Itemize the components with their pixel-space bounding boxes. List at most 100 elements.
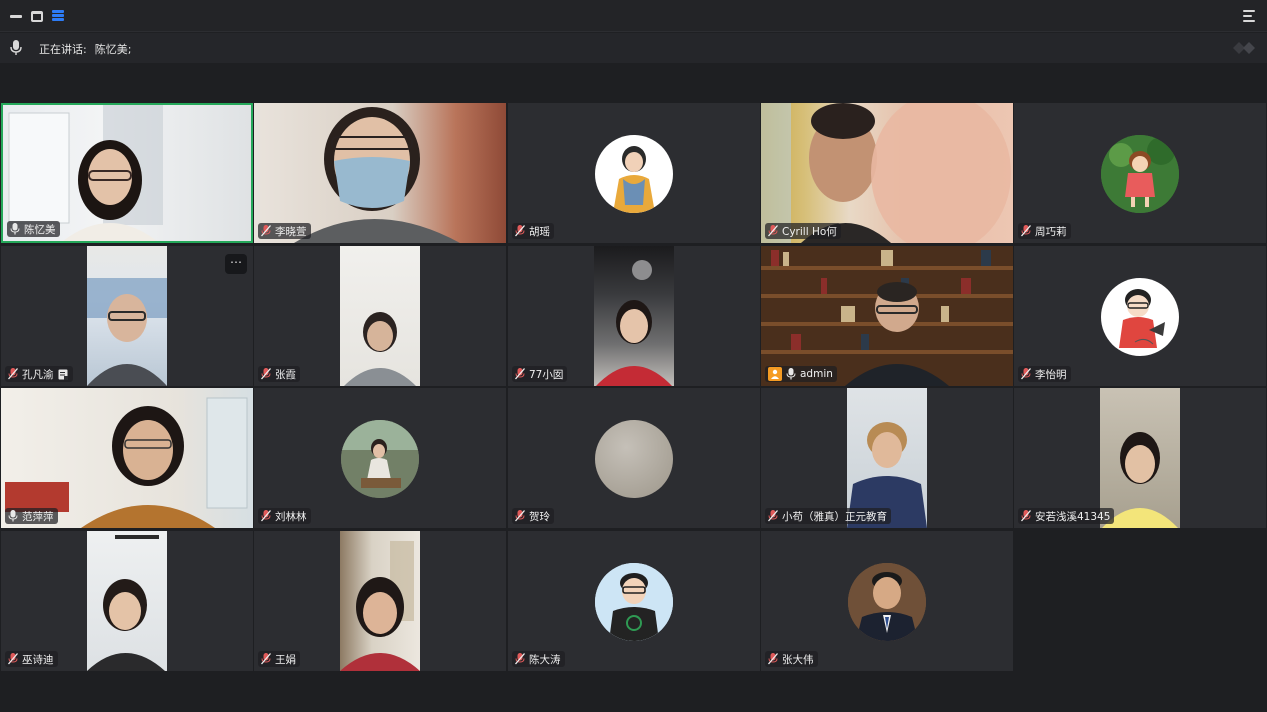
microphone-muted-icon (1021, 225, 1031, 237)
participant-tile[interactable]: 刘林林 (254, 388, 506, 528)
participant-name: 陈大涛 (529, 653, 561, 666)
participant-avatar (848, 563, 926, 641)
microphone-muted-icon (768, 225, 778, 237)
more-options-button[interactable]: ⋯ (225, 254, 247, 274)
microphone-icon (786, 368, 796, 380)
participant-tile[interactable]: 巫诗迪 (1, 531, 253, 671)
participant-video (254, 103, 506, 243)
participant-name: 王娟 (275, 653, 296, 666)
participant-label: 王娟 (258, 651, 300, 667)
participant-video (340, 246, 420, 386)
participant-label: 陈忆美 (7, 221, 60, 237)
participant-label: 李晓萱 (258, 223, 311, 239)
participant-name: 范萍萍 (22, 510, 54, 523)
participant-label: 陈大涛 (512, 651, 565, 667)
participant-name: 陈忆美 (24, 223, 56, 236)
maximize-icon (31, 10, 43, 22)
participant-video (87, 246, 167, 386)
participant-tile[interactable]: 贺玲 (508, 388, 760, 528)
participant-name: Cyrill Ho何 (782, 225, 837, 238)
participant-label: Cyrill Ho何 (765, 223, 841, 239)
participant-name: 周巧莉 (1035, 225, 1067, 238)
participant-avatar (595, 420, 673, 498)
participant-name: 巫诗迪 (22, 653, 54, 666)
minimize-icon (10, 14, 22, 18)
participant-video (340, 531, 420, 671)
participant-avatar (595, 563, 673, 641)
participant-avatar (595, 135, 673, 213)
participant-video (87, 531, 167, 671)
participant-label: admin (765, 366, 837, 382)
participant-name: 李怡明 (1035, 368, 1067, 381)
microphone-muted-icon (515, 653, 525, 665)
participant-tile[interactable]: 李晓萱 (254, 103, 506, 243)
maximize-button[interactable] (29, 8, 45, 24)
participant-tile[interactable]: admin (761, 246, 1013, 386)
participant-avatar (341, 420, 419, 498)
participant-tile[interactable]: 77小囡 (508, 246, 760, 386)
participant-tile[interactable]: 小苟（雅真）正元教育 (761, 388, 1013, 528)
microphone-muted-icon (1021, 510, 1031, 522)
microphone-muted-icon (515, 368, 525, 380)
current-speaker-text: 正在讲话: 陈忆美; (39, 41, 131, 57)
participant-tile[interactable]: ⋯ 孔凡渝 (1, 246, 253, 386)
participant-tile[interactable]: 张大伟 (761, 531, 1013, 671)
speaker-bar: 正在讲话: 陈忆美; (0, 33, 1267, 63)
participant-name: 77小囡 (529, 368, 564, 381)
speaking-label: 正在讲话: (39, 43, 87, 56)
minimize-button[interactable] (8, 8, 24, 24)
layout-grid-button[interactable] (50, 8, 66, 24)
participant-label: 小苟（雅真）正元教育 (765, 508, 891, 524)
participant-video (761, 103, 1013, 243)
microphone-muted-icon (515, 225, 525, 237)
participant-label: 77小囡 (512, 366, 568, 382)
participant-label: 安若浅溪41345 (1018, 508, 1115, 524)
microphone-muted-icon (261, 653, 271, 665)
participant-name: 安若浅溪41345 (1035, 510, 1111, 523)
participant-tile[interactable]: 陈忆美 (1, 103, 253, 243)
speaker-name: 陈忆美; (94, 43, 132, 56)
participant-tile[interactable]: 安若浅溪41345 (1014, 388, 1266, 528)
participant-video (1100, 388, 1180, 528)
layout-grid-icon (52, 10, 64, 22)
participant-label: 胡瑶 (512, 223, 554, 239)
participant-video (1, 388, 253, 528)
microphone-muted-icon (261, 510, 271, 522)
microphone-muted-icon (261, 368, 271, 380)
participant-avatar (1101, 278, 1179, 356)
host-badge (768, 367, 782, 381)
participant-label: 孔凡渝 (5, 366, 73, 382)
host-icon (771, 369, 779, 379)
participant-tile[interactable]: 陈大涛 (508, 531, 760, 671)
participant-label: 范萍萍 (5, 508, 58, 524)
participant-label: 张霞 (258, 366, 300, 382)
participant-video (847, 388, 927, 528)
microphone-icon (10, 223, 20, 235)
title-bar (0, 0, 1267, 32)
participant-name: admin (800, 368, 833, 380)
participant-tile[interactable]: 李怡明 (1014, 246, 1266, 386)
participant-avatar (1101, 135, 1179, 213)
participant-name: 胡瑶 (529, 225, 550, 238)
participant-name: 小苟（雅真）正元教育 (782, 510, 887, 523)
connection-quality-icon (1233, 42, 1255, 54)
microphone-muted-icon (8, 368, 18, 380)
microphone-muted-icon (768, 510, 778, 522)
participant-label: 张大伟 (765, 651, 818, 667)
participant-tile[interactable]: 范萍萍 (1, 388, 253, 528)
participant-tile[interactable]: 王娟 (254, 531, 506, 671)
microphone-muted-icon (261, 225, 271, 237)
microphone-icon (8, 510, 18, 522)
participant-video (761, 246, 1013, 386)
microphone-muted-icon (8, 653, 18, 665)
participant-tile[interactable]: Cyrill Ho何 (761, 103, 1013, 243)
participant-tile[interactable]: 胡瑶 (508, 103, 760, 243)
participant-label: 周巧莉 (1018, 223, 1071, 239)
participant-tile[interactable]: 张霞 (254, 246, 506, 386)
participant-tile[interactable]: 周巧莉 (1014, 103, 1266, 243)
side-menu-button[interactable] (1242, 8, 1258, 24)
participant-name: 贺玲 (529, 510, 550, 523)
participant-name: 刘林林 (275, 510, 307, 523)
microphone-icon (10, 40, 22, 55)
microphone-muted-icon (515, 510, 525, 522)
